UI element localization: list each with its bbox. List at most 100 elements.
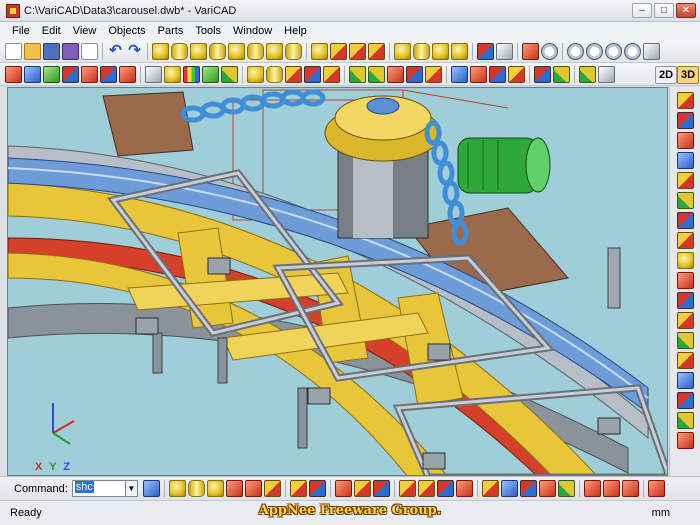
save-all-icon[interactable] <box>62 42 79 60</box>
command-input[interactable]: shc <box>71 480 126 497</box>
hole-icon[interactable] <box>432 42 449 60</box>
zoom-previous-icon[interactable] <box>605 42 622 60</box>
view-dropdown-icon[interactable] <box>598 65 615 83</box>
query-area-icon[interactable] <box>455 480 473 497</box>
zoom-out-icon[interactable] <box>586 42 603 60</box>
rotate-icon[interactable] <box>43 65 60 83</box>
network-icon[interactable] <box>500 480 518 497</box>
menu-help[interactable]: Help <box>278 25 313 37</box>
cylinder-view-icon[interactable] <box>266 65 283 83</box>
3d-viewport[interactable] <box>7 87 668 476</box>
coordinate-system-icon[interactable] <box>534 65 551 83</box>
section-view-icon[interactable] <box>247 65 264 83</box>
text-icon[interactable] <box>263 480 281 497</box>
save-icon[interactable] <box>43 42 60 60</box>
constraint-icon[interactable] <box>387 65 404 83</box>
block-icon[interactable] <box>481 480 499 497</box>
properties-icon[interactable] <box>538 480 556 497</box>
distance-icon[interactable] <box>451 65 468 83</box>
dimension-icon[interactable] <box>289 480 307 497</box>
tube-solid-icon[interactable] <box>209 42 226 60</box>
menu-edit[interactable]: Edit <box>36 25 67 37</box>
attach-icon[interactable] <box>676 92 694 109</box>
weld-icon[interactable] <box>676 432 694 449</box>
tools-icon[interactable] <box>119 65 136 83</box>
angle-icon[interactable] <box>470 65 487 83</box>
menu-parts[interactable]: Parts <box>152 25 190 37</box>
zoom-all-icon[interactable] <box>624 42 641 60</box>
align-icon[interactable] <box>676 192 694 209</box>
assembly-icon[interactable] <box>349 65 366 83</box>
move-icon[interactable] <box>24 65 41 83</box>
zoom-realtime-icon[interactable] <box>522 42 539 60</box>
collision-icon[interactable] <box>508 65 525 83</box>
work-plane-icon[interactable] <box>553 65 570 83</box>
join-icon[interactable] <box>602 480 620 497</box>
menu-window[interactable]: Window <box>227 25 278 37</box>
revolve-solid-icon[interactable] <box>247 42 264 60</box>
table-icon[interactable] <box>244 480 262 497</box>
close-button[interactable]: ✕ <box>676 3 696 18</box>
solid-edit-icon[interactable] <box>477 42 494 60</box>
redo-icon[interactable]: ↷ <box>126 43 143 60</box>
view-orientation-icon[interactable] <box>579 65 596 83</box>
menu-view[interactable]: View <box>67 25 103 37</box>
redraw-icon[interactable] <box>643 42 660 60</box>
section-icon[interactable] <box>676 392 694 409</box>
mode-3d-button[interactable]: 3D <box>677 66 699 84</box>
stretch-icon[interactable] <box>372 480 390 497</box>
sweep-solid-icon[interactable] <box>266 42 283 60</box>
detach-icon[interactable] <box>676 112 694 129</box>
zoom-window-icon[interactable] <box>541 42 558 60</box>
sheet-metal-icon[interactable] <box>676 332 694 349</box>
solid-dropdown-icon[interactable] <box>496 42 513 60</box>
chamfer-icon[interactable] <box>394 42 411 60</box>
hide-objects-icon[interactable] <box>221 65 238 83</box>
boolean-add-icon[interactable] <box>330 42 347 60</box>
offset-icon[interactable] <box>621 480 639 497</box>
insert-part-icon[interactable] <box>285 65 302 83</box>
array-icon[interactable] <box>100 65 117 83</box>
command-dropdown-button[interactable]: ▼ <box>125 480 138 497</box>
boolean-cut-icon[interactable] <box>368 42 385 60</box>
title-bar[interactable]: C:\VariCAD\Data3\carousel.dwb* - VariCAD… <box>0 0 700 22</box>
select-solid-icon[interactable] <box>676 132 694 149</box>
unfold-icon[interactable] <box>676 352 694 369</box>
open-folder-icon[interactable] <box>24 42 41 60</box>
query-distance-icon[interactable] <box>417 480 435 497</box>
color-palette-icon[interactable] <box>183 65 200 83</box>
snap-icon[interactable] <box>676 212 694 229</box>
cylinder-solid-icon[interactable] <box>171 42 188 60</box>
command-execute-icon[interactable] <box>142 480 160 497</box>
explode-2d-icon[interactable] <box>647 480 665 497</box>
explode-icon[interactable] <box>676 172 694 189</box>
line-icon[interactable] <box>168 480 186 497</box>
transform-icon[interactable] <box>334 480 352 497</box>
leader-icon[interactable] <box>308 480 326 497</box>
zoom-in-icon[interactable] <box>567 42 584 60</box>
query-icon[interactable] <box>398 480 416 497</box>
fillet-icon[interactable] <box>413 42 430 60</box>
select-part-icon[interactable] <box>676 152 694 169</box>
split-icon[interactable] <box>583 480 601 497</box>
edit-part-icon[interactable] <box>304 65 321 83</box>
polyline-icon[interactable] <box>187 480 205 497</box>
cone-solid-icon[interactable] <box>190 42 207 60</box>
shaded-icon[interactable] <box>164 65 181 83</box>
transparency-icon[interactable] <box>202 65 219 83</box>
part-info-icon[interactable] <box>323 65 340 83</box>
menu-objects[interactable]: Objects <box>102 25 151 37</box>
menu-tools[interactable]: Tools <box>189 25 227 37</box>
pipe-solid-icon[interactable] <box>285 42 302 60</box>
extrude-icon[interactable] <box>311 42 328 60</box>
measure-icon[interactable] <box>676 312 694 329</box>
pipe-route-icon[interactable] <box>557 480 575 497</box>
stop-icon[interactable] <box>676 272 694 289</box>
bolt-icon[interactable] <box>676 412 694 429</box>
scale-icon[interactable] <box>353 480 371 497</box>
undo-icon[interactable]: ↶ <box>107 43 124 60</box>
shell-icon[interactable] <box>451 42 468 60</box>
mirror-icon[interactable] <box>81 65 98 83</box>
boolean-subtract-icon[interactable] <box>349 42 366 60</box>
maximize-button[interactable]: □ <box>654 3 674 18</box>
